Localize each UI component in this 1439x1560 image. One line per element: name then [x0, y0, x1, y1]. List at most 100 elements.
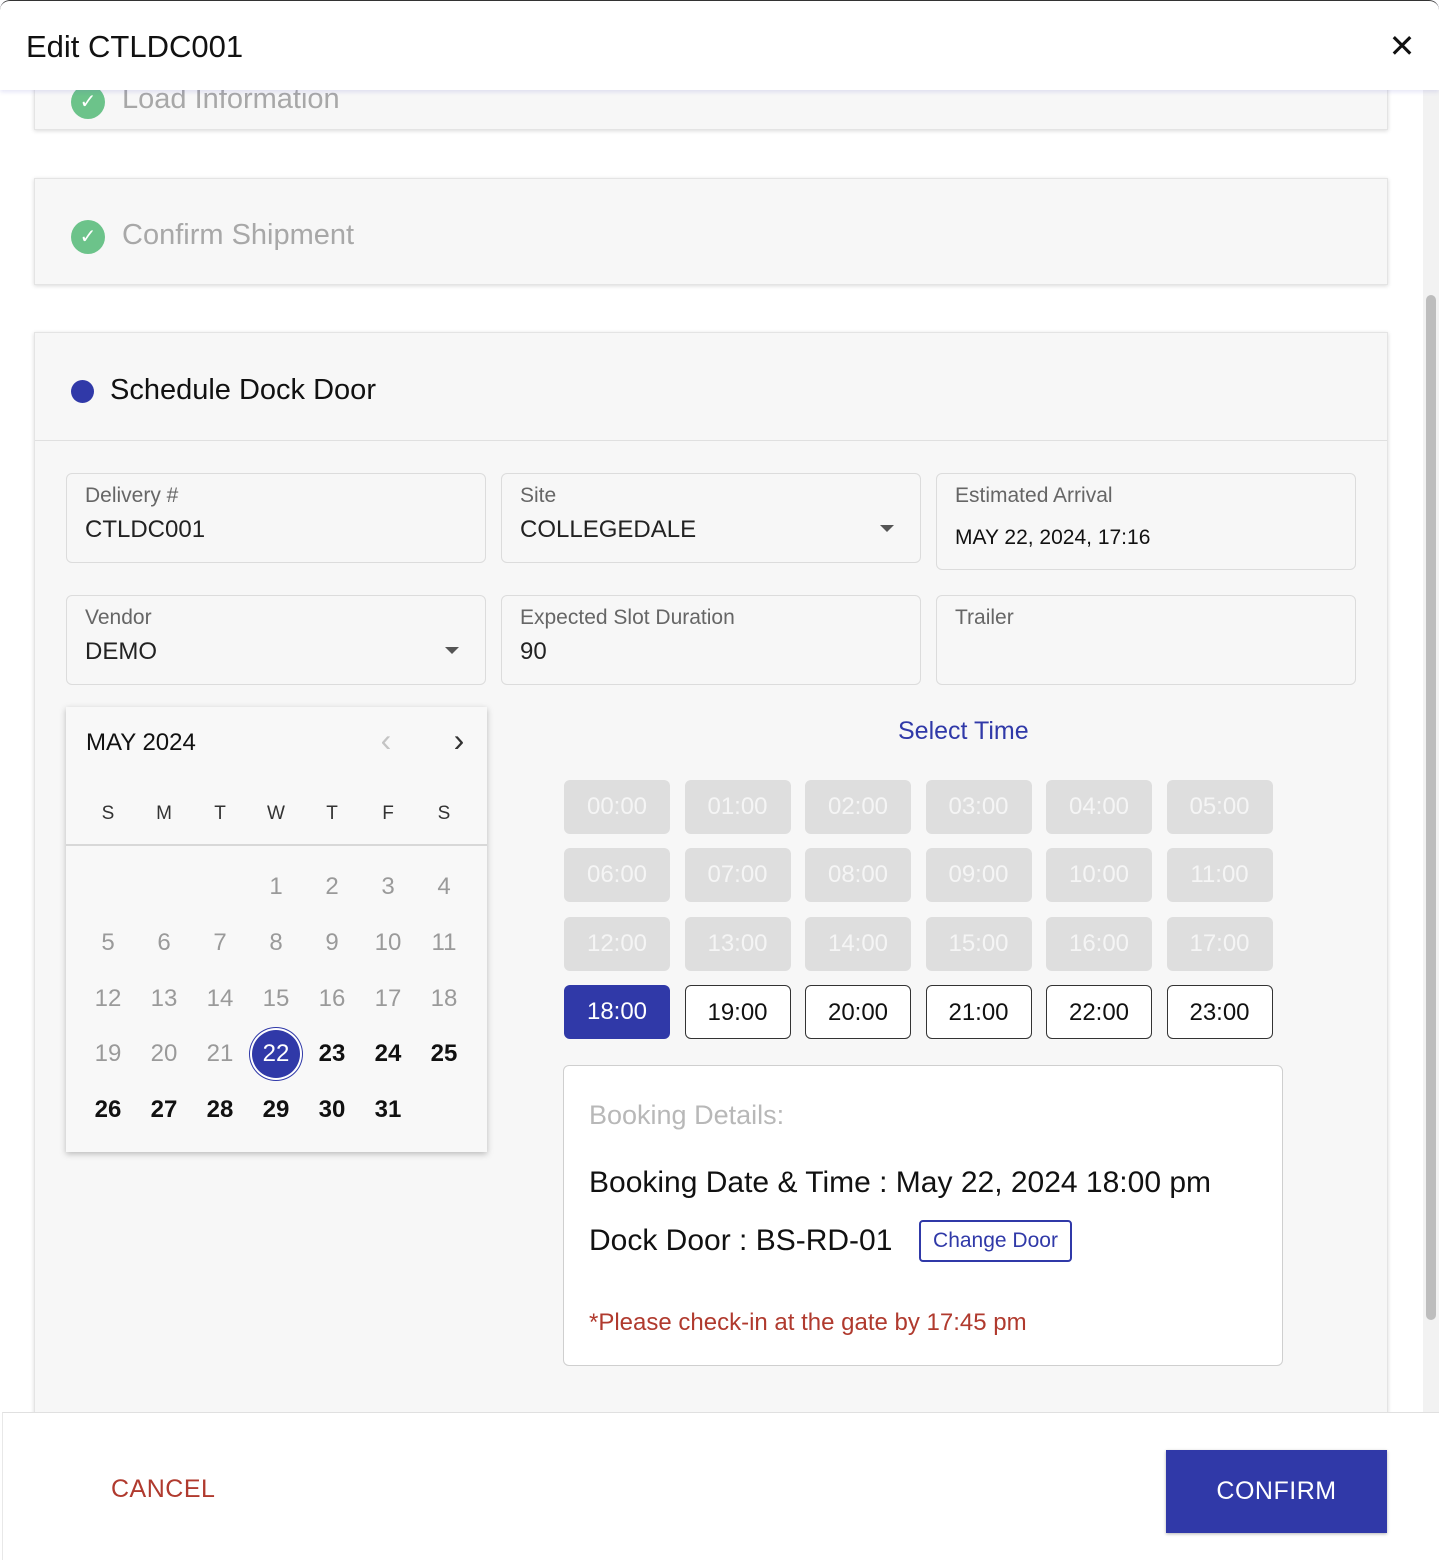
time-slot-2000[interactable]: 20:00 — [805, 985, 911, 1039]
calendar-day[interactable]: 28 — [196, 1086, 244, 1134]
time-slot-1300: 13:00 — [684, 917, 791, 971]
calendar-day[interactable]: 30 — [308, 1086, 356, 1134]
calendar-day: 12 — [94, 985, 122, 1012]
dialog-content: ✓ Load Information ✓ Confirm Shipment Sc… — [0, 90, 1423, 1412]
time-slot-2100[interactable]: 21:00 — [925, 985, 1032, 1039]
calendar-day: 16 — [318, 985, 346, 1012]
field-label: Estimated Arrival — [955, 484, 1113, 507]
field-label: Vendor — [85, 606, 152, 629]
field-label: Trailer — [955, 606, 1014, 629]
date-picker-calendar: MAY 2024 ‹ › S M T W T F S 1 2 3 4 5 6 7 8 9 10 11 12 13 14 1… — [66, 707, 487, 1152]
close-icon[interactable]: ✕ — [1387, 30, 1417, 62]
calendar-day[interactable]: 23 — [308, 1030, 356, 1078]
step-label-load-information: Load Information — [122, 90, 340, 115]
check-circle-icon: ✓ — [71, 90, 105, 119]
confirm-button[interactable]: CONFIRM — [1166, 1450, 1387, 1533]
time-slot-0700: 07:00 — [684, 848, 791, 902]
step-schedule-dock-door: Schedule Dock Door Delivery # CTLDC001 S… — [34, 332, 1388, 1412]
time-slot-0500: 05:00 — [1166, 780, 1273, 834]
calendar-day: 3 — [381, 873, 395, 900]
calendar-day: 13 — [150, 985, 178, 1012]
chevron-right-icon[interactable]: › — [444, 724, 474, 759]
time-slot-2200[interactable]: 22:00 — [1046, 985, 1152, 1039]
field-value: DEMO — [85, 638, 157, 665]
calendar-day: 8 — [269, 929, 283, 956]
time-slot-1500: 15:00 — [925, 917, 1032, 971]
calendar-day: 4 — [437, 873, 451, 900]
calendar-day[interactable]: 27 — [140, 1086, 188, 1134]
step-load-information[interactable]: ✓ Load Information — [34, 90, 1388, 130]
calendar-day: 10 — [374, 929, 402, 956]
delivery-number-field[interactable]: Delivery # CTLDC001 — [66, 473, 486, 563]
weekday-label: T — [326, 803, 338, 824]
field-label: Delivery # — [85, 484, 179, 507]
field-value: CTLDC001 — [85, 516, 206, 543]
time-slot-1000: 10:00 — [1046, 848, 1152, 902]
booking-date-time: Booking Date & Time : May 22, 2024 18:00… — [589, 1166, 1212, 1199]
calendar-day: 1 — [269, 873, 283, 900]
calendar-day-selected[interactable]: 22 — [252, 1030, 300, 1078]
time-slot-0300: 03:00 — [925, 780, 1032, 834]
vertical-scrollbar[interactable] — [1423, 90, 1439, 1412]
calendar-day: 20 — [150, 1040, 178, 1067]
calendar-day: 11 — [431, 929, 457, 956]
trailer-field[interactable]: Trailer — [936, 595, 1356, 685]
estimated-arrival-field[interactable]: Estimated Arrival MAY 22, 2024, 17:16 — [936, 473, 1356, 570]
cancel-button[interactable]: CANCEL — [111, 1475, 215, 1504]
calendar-day: 14 — [206, 985, 234, 1012]
time-slot-0200: 02:00 — [805, 780, 911, 834]
time-slot-1600: 16:00 — [1046, 917, 1152, 971]
active-step-dot-icon — [71, 380, 94, 403]
time-slot-1200: 12:00 — [564, 917, 670, 971]
booking-details-panel: Booking Details: Booking Date & Time : M… — [563, 1065, 1283, 1366]
weekday-label: T — [214, 803, 226, 824]
time-slot-1900[interactable]: 19:00 — [684, 985, 791, 1039]
calendar-day[interactable]: 25 — [420, 1030, 468, 1078]
calendar-day: 17 — [374, 985, 402, 1012]
calendar-day: 18 — [430, 985, 458, 1012]
expected-slot-duration-field[interactable]: Expected Slot Duration 90 — [501, 595, 921, 685]
booking-dock-door: Dock Door : BS-RD-01 — [589, 1224, 893, 1257]
step-header[interactable]: Schedule Dock Door — [35, 333, 1387, 441]
time-slot-0800: 08:00 — [805, 848, 911, 902]
time-slot-2300[interactable]: 23:00 — [1166, 985, 1273, 1039]
calendar-divider — [66, 844, 487, 846]
dialog-title: Edit CTLDC001 — [26, 29, 244, 64]
weekday-label: S — [437, 803, 451, 824]
site-select[interactable]: Site COLLEGEDALE — [501, 473, 921, 563]
dropdown-arrow-icon[interactable] — [445, 647, 459, 654]
chevron-left-icon[interactable]: ‹ — [371, 724, 401, 759]
calendar-day[interactable]: 24 — [364, 1030, 412, 1078]
time-slot-1100: 11:00 — [1166, 848, 1273, 902]
dropdown-arrow-icon[interactable] — [880, 525, 894, 532]
calendar-month-label: MAY 2024 — [86, 729, 196, 756]
field-label: Expected Slot Duration — [520, 606, 735, 629]
scrollbar-thumb[interactable] — [1426, 295, 1436, 1320]
time-slot-1800[interactable]: 18:00 — [564, 985, 670, 1039]
weekday-label: S — [101, 803, 115, 824]
select-time-heading: Select Time — [898, 717, 1029, 745]
change-door-button[interactable]: Change Door — [919, 1220, 1072, 1262]
time-slot-0000: 00:00 — [564, 780, 670, 834]
time-slot-0100: 01:00 — [684, 780, 791, 834]
time-slot-0400: 04:00 — [1046, 780, 1152, 834]
calendar-day: 19 — [94, 1040, 122, 1067]
calendar-day[interactable]: 26 — [84, 1086, 132, 1134]
booking-details-title: Booking Details: — [589, 1100, 785, 1130]
step-confirm-shipment[interactable]: ✓ Confirm Shipment — [34, 178, 1388, 285]
field-value: MAY 22, 2024, 17:16 — [955, 526, 1151, 549]
calendar-day: 5 — [101, 929, 115, 956]
dialog-footer: CANCEL CONFIRM — [2, 1412, 1439, 1560]
calendar-day: 2 — [325, 873, 339, 900]
field-label: Site — [520, 484, 557, 507]
time-slot-1700: 17:00 — [1166, 917, 1273, 971]
checkin-note: *Please check-in at the gate by 17:45 pm — [589, 1309, 1027, 1336]
time-slot-0600: 06:00 — [564, 848, 670, 902]
check-circle-icon: ✓ — [71, 220, 105, 254]
calendar-day: 15 — [262, 985, 290, 1012]
calendar-day[interactable]: 29 — [252, 1086, 300, 1134]
vendor-select[interactable]: Vendor DEMO — [66, 595, 486, 685]
weekday-label: W — [267, 803, 285, 824]
time-slot-1400: 14:00 — [805, 917, 911, 971]
calendar-day[interactable]: 31 — [364, 1086, 412, 1134]
